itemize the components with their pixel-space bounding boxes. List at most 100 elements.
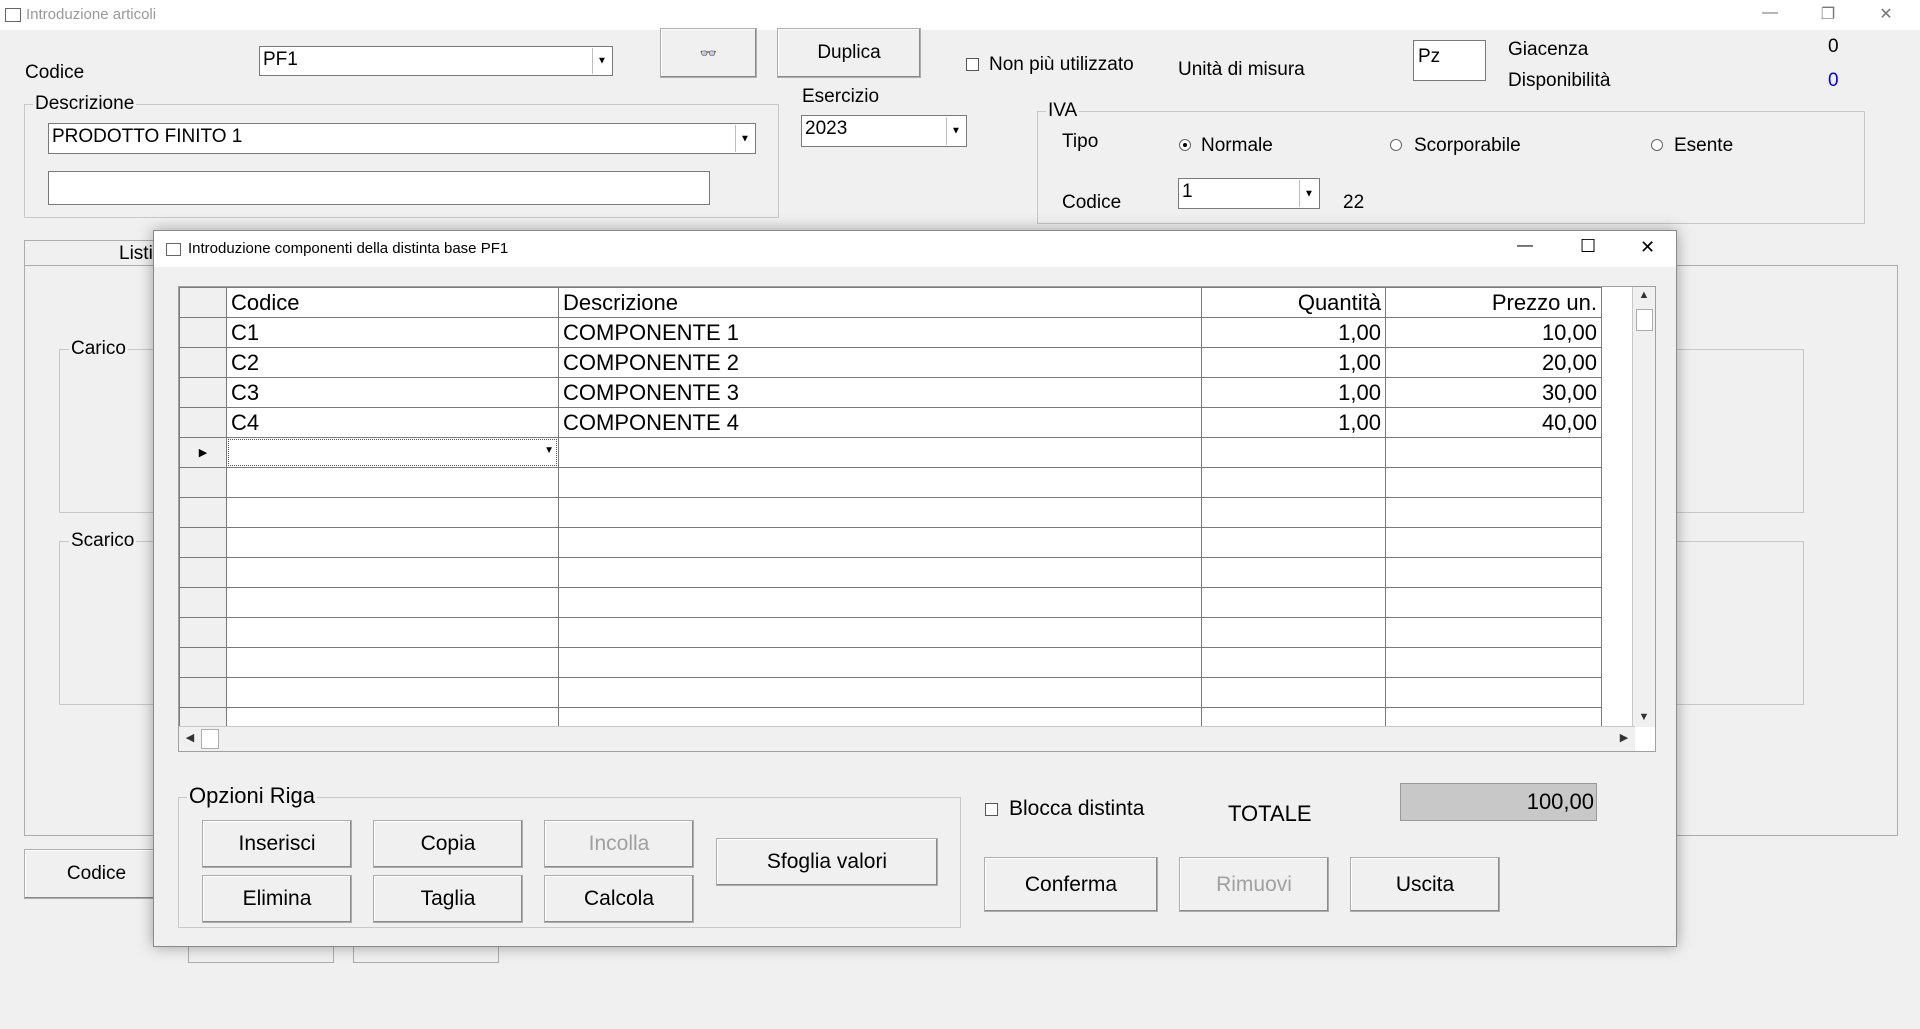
- cell-codice[interactable]: [226, 647, 559, 678]
- cell-prezzo[interactable]: [1385, 647, 1602, 678]
- scroll-right-icon[interactable]: ▶: [1615, 731, 1633, 744]
- row-header[interactable]: [179, 407, 227, 438]
- descrizione-extra-field[interactable]: [48, 171, 710, 205]
- cell-descrizione[interactable]: [558, 617, 1202, 648]
- scroll-thumb[interactable]: [1636, 309, 1653, 331]
- cell-descrizione[interactable]: COMPONENTE 2: [558, 347, 1202, 378]
- row-header[interactable]: [179, 617, 227, 648]
- cell-descrizione[interactable]: COMPONENTE 3: [558, 377, 1202, 408]
- duplica-button[interactable]: Duplica: [777, 28, 921, 78]
- cell-quantita[interactable]: [1201, 617, 1386, 648]
- cell-prezzo[interactable]: [1385, 587, 1602, 618]
- row-header[interactable]: [179, 467, 227, 498]
- cell-descrizione[interactable]: [558, 437, 1202, 468]
- cell-descrizione[interactable]: COMPONENTE 1: [558, 317, 1202, 348]
- cell-codice[interactable]: [226, 557, 559, 588]
- cell-quantita[interactable]: [1201, 437, 1386, 468]
- cell-codice[interactable]: [226, 587, 559, 618]
- cell-codice[interactable]: ▼: [226, 437, 559, 468]
- non-piu-utilizzato-checkbox[interactable]: [966, 58, 979, 71]
- column-header-quantita[interactable]: Quantità: [1201, 287, 1386, 318]
- cell-descrizione[interactable]: [558, 587, 1202, 618]
- table-row[interactable]: [179, 467, 1602, 498]
- cell-quantita[interactable]: 1,00: [1201, 347, 1386, 378]
- taglia-button[interactable]: Taglia: [373, 875, 523, 923]
- conferma-button[interactable]: Conferma: [984, 857, 1158, 912]
- cell-quantita[interactable]: [1201, 557, 1386, 588]
- copia-button[interactable]: Copia: [373, 820, 523, 868]
- cell-prezzo[interactable]: 40,00: [1385, 407, 1602, 438]
- cell-prezzo[interactable]: [1385, 617, 1602, 648]
- cell-quantita[interactable]: 1,00: [1201, 407, 1386, 438]
- cell-quantita[interactable]: [1201, 677, 1386, 708]
- row-header[interactable]: [179, 677, 227, 708]
- bottom-codice-button[interactable]: Codice: [24, 849, 169, 899]
- table-row[interactable]: C3 COMPONENTE 3 1,00 30,00: [179, 377, 1602, 408]
- cell-descrizione[interactable]: [558, 557, 1202, 588]
- minimize-icon[interactable]: —: [1760, 4, 1780, 22]
- cell-quantita[interactable]: [1201, 497, 1386, 528]
- close-icon[interactable]: ✕: [1876, 4, 1896, 24]
- codice-cell-combo[interactable]: ▼: [228, 439, 557, 466]
- blocca-distinta-checkbox[interactable]: [985, 803, 998, 816]
- chevron-down-icon[interactable]: ▼: [1299, 180, 1318, 207]
- cell-descrizione[interactable]: [558, 527, 1202, 558]
- codice-combo[interactable]: PF1 ▼: [259, 46, 613, 76]
- cell-prezzo[interactable]: [1385, 467, 1602, 498]
- cell-prezzo[interactable]: [1385, 497, 1602, 528]
- cell-codice[interactable]: C3: [226, 377, 559, 408]
- iva-esente-radio[interactable]: [1651, 139, 1663, 151]
- chevron-down-icon[interactable]: ▼: [946, 117, 965, 145]
- inserisci-button[interactable]: Inserisci: [202, 820, 352, 868]
- table-row[interactable]: C1 COMPONENTE 1 1,00 10,00: [179, 317, 1602, 348]
- cell-codice[interactable]: C1: [226, 317, 559, 348]
- table-row[interactable]: C2 COMPONENTE 2 1,00 20,00: [179, 347, 1602, 378]
- row-header[interactable]: [179, 557, 227, 588]
- maximize-icon[interactable]: ☐: [1580, 236, 1596, 257]
- cell-descrizione[interactable]: [558, 497, 1202, 528]
- cell-quantita[interactable]: 1,00: [1201, 317, 1386, 348]
- search-button[interactable]: 👓: [660, 28, 757, 78]
- cell-codice[interactable]: [226, 677, 559, 708]
- iva-codice-combo[interactable]: 1 ▼: [1178, 178, 1320, 209]
- chevron-down-icon[interactable]: ▼: [735, 125, 754, 152]
- column-header-codice[interactable]: Codice: [226, 287, 559, 318]
- scroll-left-icon[interactable]: ◀: [181, 731, 199, 744]
- cell-descrizione[interactable]: [558, 677, 1202, 708]
- cell-descrizione[interactable]: [558, 647, 1202, 678]
- calcola-button[interactable]: Calcola: [544, 875, 694, 923]
- cell-prezzo[interactable]: 10,00: [1385, 317, 1602, 348]
- iva-normale-radio[interactable]: [1179, 139, 1191, 151]
- sfoglia-valori-button[interactable]: Sfoglia valori: [716, 838, 938, 886]
- table-row[interactable]: [179, 617, 1602, 648]
- cell-quantita[interactable]: 1,00: [1201, 377, 1386, 408]
- row-header[interactable]: [179, 527, 227, 558]
- row-header[interactable]: ▶: [179, 437, 227, 468]
- row-header[interactable]: [179, 497, 227, 528]
- scroll-up-icon[interactable]: ▲: [1635, 289, 1653, 301]
- close-icon[interactable]: ✕: [1640, 237, 1655, 258]
- table-row[interactable]: [179, 677, 1602, 708]
- cell-codice[interactable]: C4: [226, 407, 559, 438]
- cell-quantita[interactable]: [1201, 647, 1386, 678]
- table-row[interactable]: [179, 527, 1602, 558]
- column-header-descrizione[interactable]: Descrizione: [558, 287, 1202, 318]
- grid-vertical-scrollbar[interactable]: ▲ ▼: [1632, 287, 1655, 727]
- chevron-down-icon[interactable]: ▼: [592, 48, 611, 74]
- hscroll-thumb[interactable]: [201, 729, 219, 749]
- table-row[interactable]: [179, 557, 1602, 588]
- row-header[interactable]: [179, 587, 227, 618]
- cell-descrizione[interactable]: [558, 467, 1202, 498]
- cell-quantita[interactable]: [1201, 527, 1386, 558]
- components-grid[interactable]: Codice Descrizione Quantità Prezzo un. C…: [178, 286, 1656, 752]
- unita-misura-field[interactable]: Pz: [1413, 40, 1486, 81]
- cell-prezzo[interactable]: [1385, 527, 1602, 558]
- cell-prezzo[interactable]: [1385, 677, 1602, 708]
- esercizio-combo[interactable]: 2023 ▼: [801, 115, 967, 147]
- table-row[interactable]: ▶ ▼: [179, 437, 1602, 468]
- cell-quantita[interactable]: [1201, 587, 1386, 618]
- minimize-icon[interactable]: —: [1517, 237, 1533, 255]
- chevron-down-icon[interactable]: ▼: [544, 445, 554, 456]
- cell-prezzo[interactable]: [1385, 557, 1602, 588]
- descrizione-combo[interactable]: PRODOTTO FINITO 1 ▼: [48, 123, 756, 154]
